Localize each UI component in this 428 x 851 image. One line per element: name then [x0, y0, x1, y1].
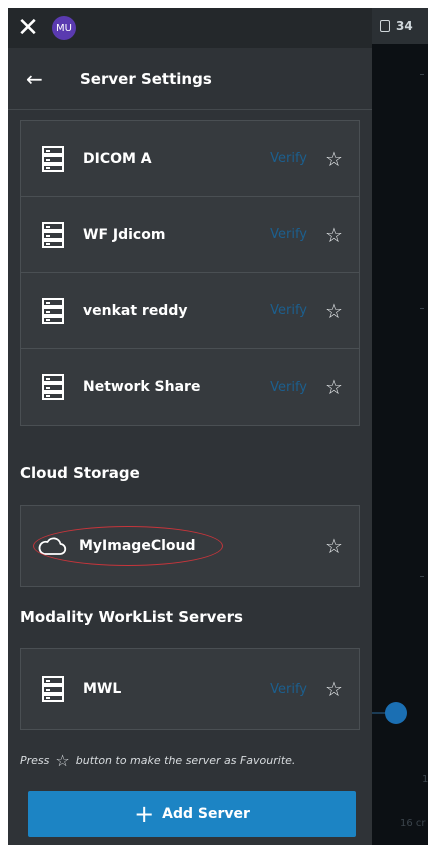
- cloud-storage-list: MyImageCloud ☆: [20, 505, 360, 587]
- verify-button[interactable]: Verify: [270, 151, 307, 166]
- star-outline-icon[interactable]: ☆: [323, 677, 345, 701]
- star-outline-icon[interactable]: ☆: [323, 147, 345, 171]
- verify-button[interactable]: Verify: [270, 227, 307, 242]
- server-settings-header: ← Server Settings: [8, 48, 372, 110]
- hint-prefix: Press: [20, 754, 50, 767]
- server-label: Network Share: [83, 379, 201, 395]
- background-side-number: 1: [422, 774, 428, 785]
- server-label: WF Jdicom: [83, 226, 166, 243]
- drawer-topbar: ✕ MU: [8, 8, 372, 48]
- add-server-label: Add Server: [162, 806, 250, 822]
- highlight-ellipse: [33, 526, 223, 566]
- close-button[interactable]: ✕: [8, 8, 48, 48]
- verify-button[interactable]: Verify: [270, 682, 307, 697]
- background-tick: [420, 308, 424, 309]
- star-outline-icon[interactable]: ☆: [323, 299, 345, 323]
- page-title: Server Settings: [80, 69, 212, 88]
- server-icon: [41, 221, 65, 249]
- background-bottom-text: 16 cr: [400, 818, 426, 829]
- server-row-wf-jdicom[interactable]: WF Jdicom Verify ☆: [21, 197, 359, 273]
- back-button[interactable]: ←: [26, 67, 66, 91]
- star-outline-icon[interactable]: ☆: [323, 375, 345, 399]
- server-icon: [41, 373, 65, 401]
- server-row-network-share[interactable]: Network Share Verify ☆: [21, 349, 359, 425]
- worklist-heading: Modality WorkList Servers: [20, 608, 243, 626]
- worklist-list: MWL Verify ☆: [20, 648, 360, 730]
- device-screen: 34 1 16 cr ✕ MU ← Server Settings DICOM …: [8, 8, 428, 845]
- background-badge-count: 34: [396, 19, 413, 33]
- star-outline-icon[interactable]: ☆: [323, 534, 345, 558]
- arrow-left-icon: ←: [26, 66, 43, 91]
- cloud-storage-heading: Cloud Storage: [20, 464, 140, 482]
- avatar[interactable]: MU: [52, 16, 76, 40]
- star-outline-icon: ☆: [55, 751, 70, 770]
- cloud-row-myimagecloud[interactable]: MyImageCloud ☆: [21, 506, 359, 586]
- server-icon: [41, 675, 65, 703]
- worklist-label: MWL: [83, 681, 122, 697]
- plus-icon: +: [134, 800, 155, 828]
- worklist-row-mwl[interactable]: MWL Verify ☆: [21, 649, 359, 729]
- server-icon: [41, 297, 65, 325]
- star-outline-icon[interactable]: ☆: [323, 223, 345, 247]
- verify-button[interactable]: Verify: [270, 380, 307, 395]
- verify-button[interactable]: Verify: [270, 303, 307, 318]
- server-label: venkat reddy: [83, 302, 188, 319]
- server-icon: [41, 145, 65, 173]
- background-tick: [420, 576, 424, 577]
- background-slider-handle[interactable]: [385, 702, 407, 724]
- settings-drawer: ✕ MU ← Server Settings DICOM A Verify ☆: [8, 8, 372, 845]
- add-server-button[interactable]: + Add Server: [28, 791, 356, 837]
- server-list: DICOM A Verify ☆ WF Jdicom Verify ☆ venk…: [20, 120, 360, 426]
- clipboard-icon: [380, 20, 390, 32]
- server-label: DICOM A: [83, 150, 152, 167]
- background-tick: [420, 74, 424, 75]
- server-row-venkat-reddy[interactable]: venkat reddy Verify ☆: [21, 273, 359, 349]
- hint-suffix: button to make the server as Favourite.: [75, 754, 296, 767]
- favourite-hint: Press ☆ button to make the server as Fav…: [20, 751, 360, 770]
- server-row-dicom-a[interactable]: DICOM A Verify ☆: [21, 121, 359, 197]
- background-topbar: 34: [368, 8, 428, 44]
- close-icon: ✕: [17, 13, 39, 43]
